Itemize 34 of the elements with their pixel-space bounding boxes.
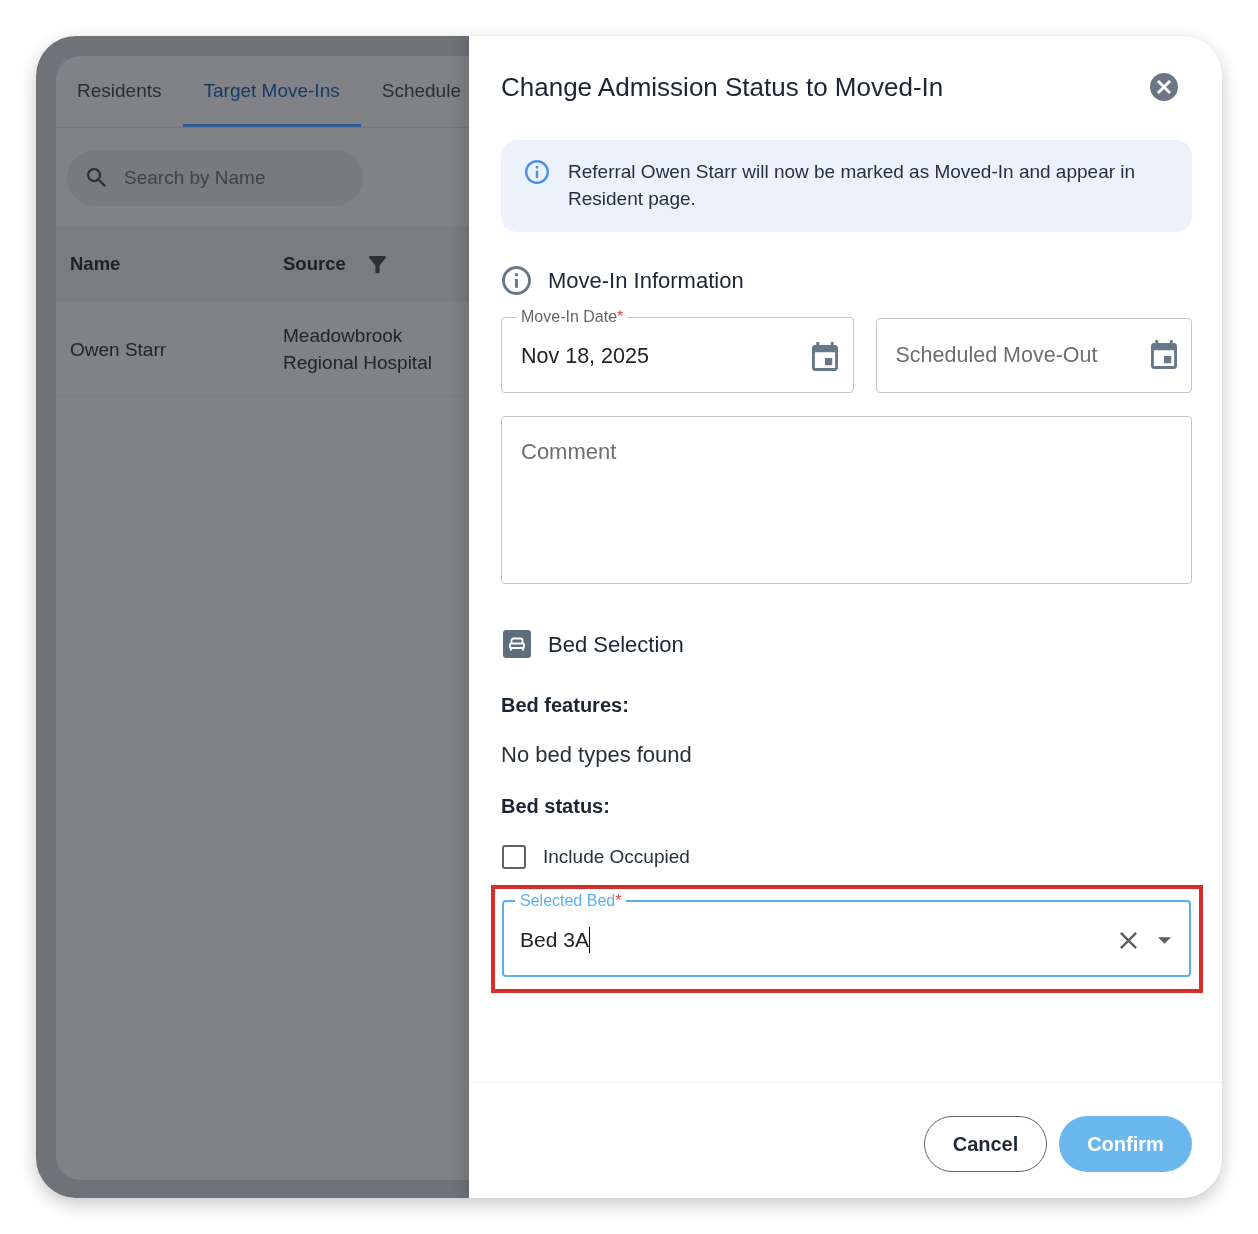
calendar-icon[interactable] <box>811 341 838 371</box>
close-icon[interactable] <box>1150 73 1178 101</box>
search-field[interactable]: Search by Name <box>67 150 363 206</box>
checkbox-label: Include Occupied <box>543 844 690 869</box>
move-out-date-field[interactable]: Scheduled Move-Out <box>875 318 1192 393</box>
info-icon <box>502 265 531 295</box>
bed-features-text: No bed types found <box>501 741 693 769</box>
include-occupied-checkbox[interactable] <box>502 845 526 869</box>
column-header: Name <box>70 252 121 277</box>
tab[interactable]: Schedule <box>360 56 461 127</box>
text-caret <box>588 927 591 953</box>
info-message: Referral Owen Starr will now be marked as Moved-In and appear in Resident page. <box>568 160 1137 211</box>
info-icon <box>525 160 549 184</box>
column-header: Source <box>283 252 346 277</box>
comment-field[interactable]: Comment <box>501 416 1192 584</box>
table-cell-text: Meadowbrook Regional Hospital <box>283 324 433 375</box>
dialog-title: Change Admission Status to Moved-In <box>501 71 944 103</box>
tab[interactable]: Target Move-Ins <box>182 56 361 127</box>
move-in-date-field[interactable]: Move-In Date* Nov 18, 2025 <box>501 308 854 393</box>
bed-status-label: Bed status: <box>501 794 611 819</box>
section-title: Move-In Information <box>548 266 744 295</box>
dropdown-caret-icon[interactable] <box>1158 936 1171 944</box>
filter-icon[interactable] <box>368 255 386 273</box>
cancel-button[interactable]: Cancel <box>924 1116 1047 1172</box>
tab[interactable]: Residents <box>56 56 183 127</box>
selected-bed-field[interactable]: Selected Bed* Bed 3A <box>502 892 1191 977</box>
clear-icon[interactable] <box>1120 931 1137 949</box>
search-icon <box>87 168 106 187</box>
bed-features-label: Bed features: <box>501 693 630 718</box>
section-title: Bed Selection <box>548 630 684 659</box>
calendar-icon[interactable] <box>1151 340 1177 369</box>
confirm-button[interactable]: Confirm <box>1059 1116 1192 1172</box>
bed-icon <box>503 630 531 658</box>
table-cell-text: Owen Starr <box>70 337 168 362</box>
